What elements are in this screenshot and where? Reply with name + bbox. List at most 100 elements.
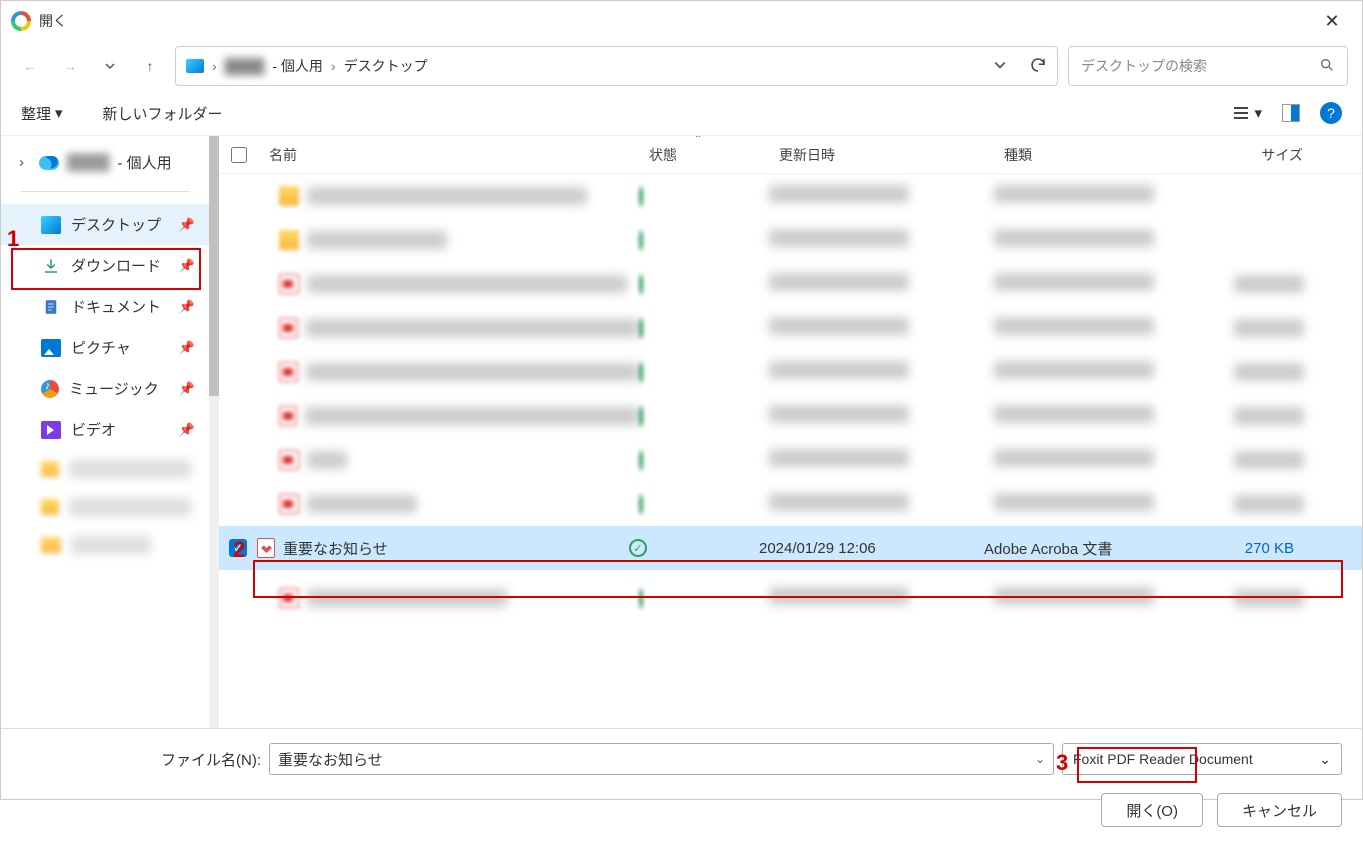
sidebar: › ████ - 個人用 デスクトップ 📌 ダウンロード 📌 ドキュメント 📌 … (1, 136, 209, 728)
column-header-name[interactable]: 名前 (259, 145, 639, 165)
sidebar-item-blurred[interactable] (1, 526, 209, 564)
filetype-value: Foxit PDF Reader Document (1073, 751, 1253, 767)
filename-input[interactable]: 重要なお知らせ ⌄ (269, 743, 1054, 775)
pictures-icon (41, 339, 61, 357)
file-date: 2024/01/29 12:06 (759, 540, 984, 557)
column-header-state[interactable]: 状態 (639, 145, 769, 165)
breadcrumb-personal[interactable]: - 個人用 (272, 56, 323, 76)
refresh-button[interactable] (1029, 56, 1047, 77)
button-row: 開く(O) キャンセル (21, 793, 1342, 827)
sidebar-label: ドキュメント (71, 296, 161, 317)
pin-icon[interactable]: 📌 (179, 340, 195, 356)
sidebar-item-blurred[interactable] (1, 450, 209, 488)
column-header-size[interactable]: サイズ (1194, 145, 1324, 165)
sidebar-item-music[interactable]: ミュージック 📌 (1, 368, 209, 409)
recent-dropdown[interactable] (95, 51, 125, 81)
file-row-blurred[interactable] (219, 482, 1362, 526)
breadcrumb-separator: › (212, 58, 217, 74)
sidebar-divider (21, 191, 189, 192)
file-name: 重要なお知らせ (283, 538, 388, 559)
sidebar-item-pictures[interactable]: ピクチャ 📌 (1, 327, 209, 368)
help-button[interactable]: ? (1320, 102, 1342, 124)
annotation-callout-1: 1 (7, 226, 19, 252)
file-size: 270 KB (1184, 540, 1314, 557)
breadcrumb-separator: › (331, 58, 336, 74)
sidebar-item-documents[interactable]: ドキュメント 📌 (1, 286, 209, 327)
sidebar-label: デスクトップ (71, 214, 161, 235)
app-icon (11, 11, 31, 31)
chevron-down-icon: ▾ (1254, 104, 1262, 122)
filename-label: ファイル名(N): (161, 749, 261, 770)
file-type: Adobe Acroba 文書 (984, 538, 1184, 559)
sidebar-scrollbar[interactable] (209, 136, 219, 728)
file-row-blurred[interactable] (219, 576, 1362, 620)
search-box[interactable]: デスクトップの検索 (1068, 46, 1348, 86)
file-row-blurred[interactable] (219, 306, 1362, 350)
pin-icon[interactable]: 📌 (179, 381, 195, 397)
pc-icon (186, 59, 204, 73)
up-button[interactable]: ↑ (135, 51, 165, 81)
view-menu[interactable]: ▾ (1232, 104, 1262, 122)
list-view-icon (1232, 104, 1250, 122)
breadcrumb-root-blurred[interactable]: ████ (225, 58, 265, 74)
file-list: ⌃ 名前 状態 更新日時 種類 サイズ ✓重要なお知らせ✓2024/01/29 … (219, 136, 1362, 728)
close-button[interactable]: ✕ (1312, 1, 1352, 41)
scrollbar-thumb[interactable] (209, 136, 219, 396)
sidebar-item-downloads[interactable]: ダウンロード 📌 (1, 245, 209, 286)
cancel-button[interactable]: キャンセル (1217, 793, 1342, 827)
music-icon (41, 380, 59, 398)
video-icon (41, 421, 61, 439)
chevron-down-icon: ▾ (55, 104, 63, 122)
onedrive-name-blurred: ████ (67, 154, 110, 171)
file-row-blurred[interactable] (219, 218, 1362, 262)
search-icon (1319, 57, 1335, 76)
breadcrumb-current[interactable]: デスクトップ (344, 56, 428, 76)
sidebar-item-blurred[interactable] (1, 488, 209, 526)
tree-onedrive[interactable]: › ████ - 個人用 (1, 146, 209, 179)
file-row-blurred[interactable] (219, 350, 1362, 394)
column-header-type[interactable]: 種類 (994, 145, 1194, 165)
file-row-blurred[interactable] (219, 438, 1362, 482)
pin-icon[interactable]: 📌 (179, 258, 195, 274)
pin-icon[interactable]: 📌 (179, 299, 195, 315)
toolbar-row: 整理 ▾ 新しいフォルダー ▾ ? (1, 91, 1362, 135)
sidebar-label: ミュージック (69, 378, 159, 399)
file-row-blurred[interactable] (219, 394, 1362, 438)
back-button[interactable]: ← (15, 51, 45, 81)
forward-button[interactable]: → (55, 51, 85, 81)
open-button[interactable]: 開く(O) (1101, 793, 1203, 827)
filetype-select[interactable]: Foxit PDF Reader Document ⌄ (1062, 743, 1342, 775)
pin-icon[interactable]: 📌 (179, 422, 195, 438)
organize-menu[interactable]: 整理 ▾ (21, 103, 63, 124)
file-row-selected[interactable]: ✓重要なお知らせ✓2024/01/29 12:06Adobe Acroba 文書… (219, 526, 1362, 570)
onedrive-suffix: - 個人用 (118, 152, 172, 173)
sidebar-item-desktop[interactable]: デスクトップ 📌 (1, 204, 209, 245)
sort-indicator-icon: ⌃ (684, 136, 713, 145)
nav-row: ← → ↑ › ████ - 個人用 › デスクトップ デスクトップの検索 (1, 41, 1362, 91)
file-rows: ✓重要なお知らせ✓2024/01/29 12:06Adobe Acroba 文書… (219, 174, 1362, 728)
address-bar[interactable]: › ████ - 個人用 › デスクトップ (175, 46, 1058, 86)
preview-pane-button[interactable] (1282, 104, 1300, 122)
address-dropdown-icon[interactable] (993, 58, 1007, 75)
header-checkbox[interactable] (219, 147, 259, 163)
expand-icon[interactable]: › (19, 154, 31, 171)
document-icon (41, 298, 61, 316)
file-row-blurred[interactable] (219, 174, 1362, 218)
sidebar-item-video[interactable]: ビデオ 📌 (1, 409, 209, 450)
download-icon (41, 257, 61, 275)
new-folder-button[interactable]: 新しいフォルダー (103, 103, 223, 124)
bottom-panel: ファイル名(N): 重要なお知らせ ⌄ Foxit PDF Reader Doc… (1, 729, 1362, 841)
sync-ok-icon: ✓ (629, 539, 647, 557)
search-placeholder: デスクトップの検索 (1081, 56, 1207, 76)
file-row-blurred[interactable] (219, 262, 1362, 306)
chevron-down-icon: ⌄ (1319, 751, 1331, 768)
organize-label: 整理 (21, 103, 51, 124)
dialog-title: 開く (39, 11, 67, 31)
pdf-icon (257, 538, 275, 558)
chevron-down-icon[interactable]: ⌄ (1035, 752, 1045, 766)
annotation-callout-2: 2 (233, 537, 245, 563)
sidebar-label: ピクチャ (71, 337, 131, 358)
pin-icon[interactable]: 📌 (179, 217, 195, 233)
column-header-date[interactable]: 更新日時 (769, 145, 994, 165)
filename-row: ファイル名(N): 重要なお知らせ ⌄ Foxit PDF Reader Doc… (21, 743, 1342, 775)
